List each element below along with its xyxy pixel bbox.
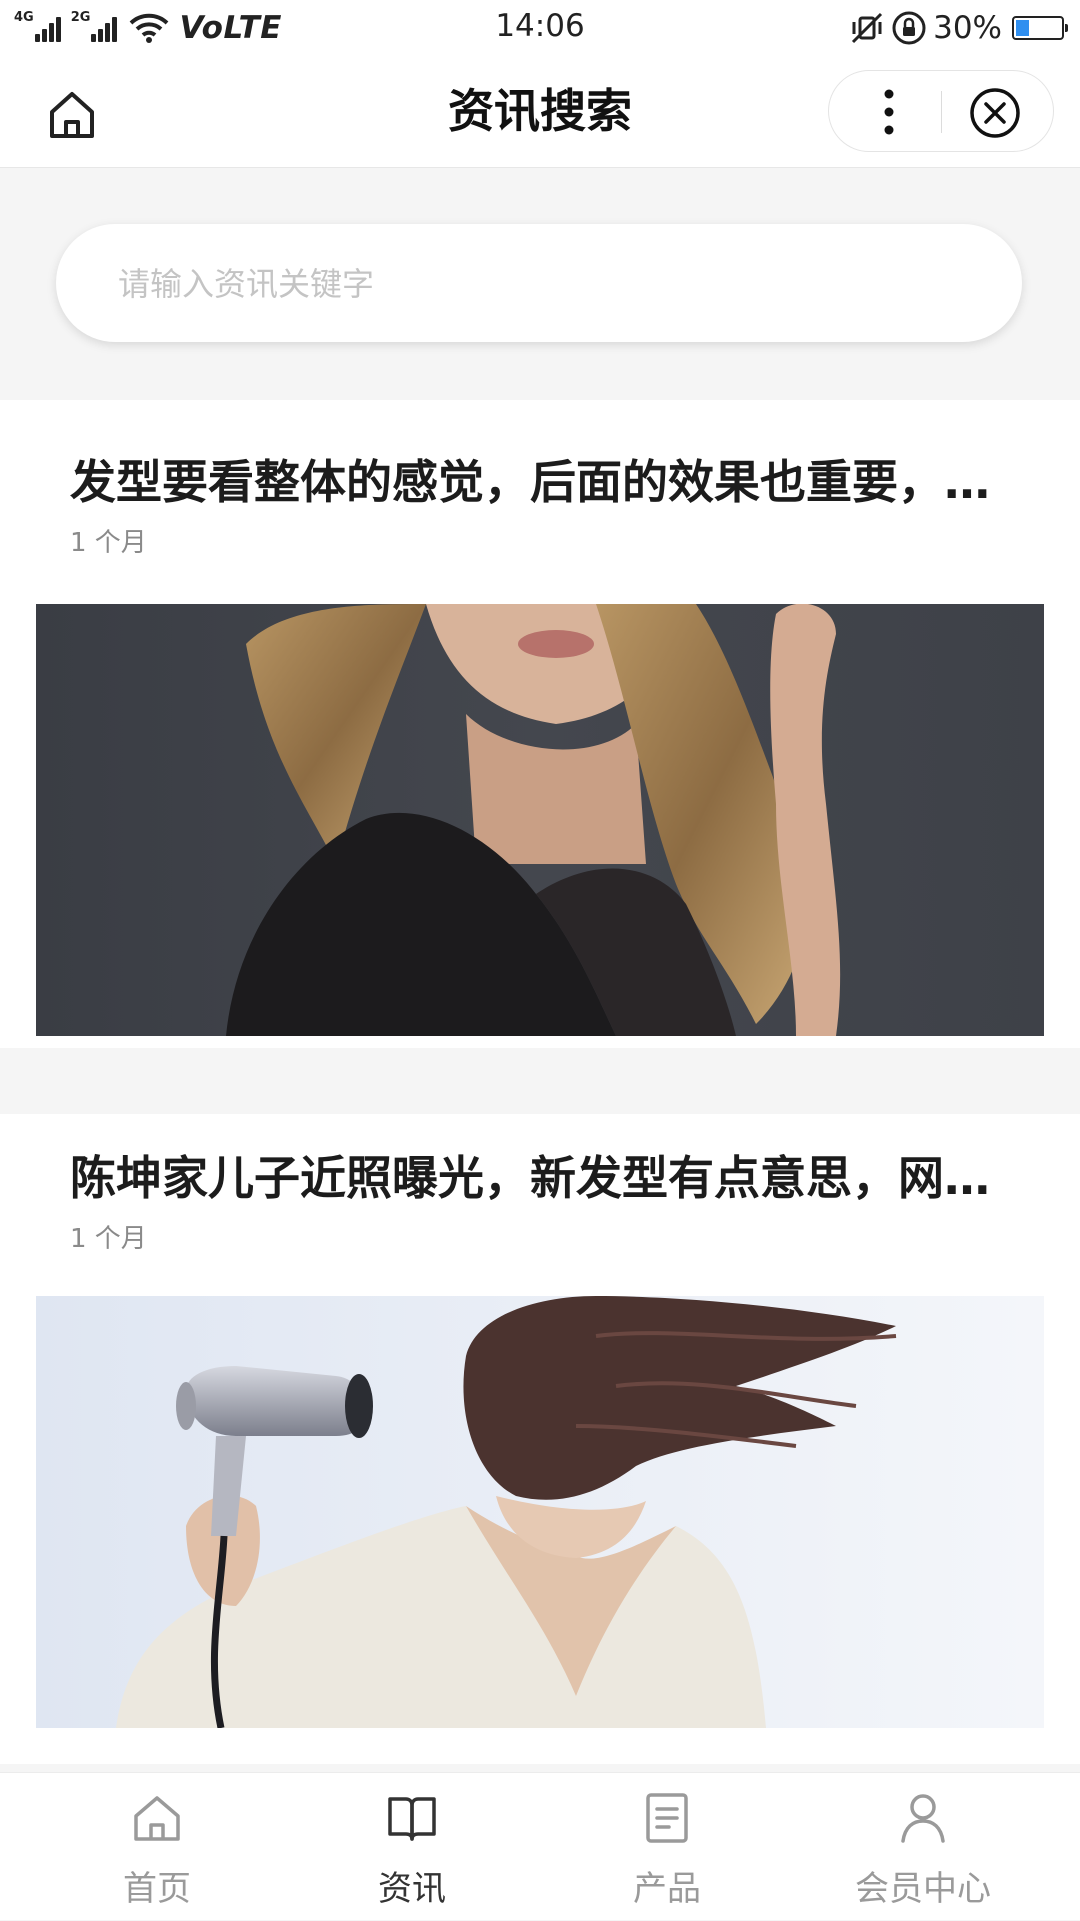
- rotation-lock-icon: [892, 11, 926, 45]
- article-title[interactable]: 发型要看整体的感觉，后面的效果也重要，...: [70, 450, 990, 514]
- hairdryer-photo-illustration: [36, 1296, 1044, 1728]
- search-input[interactable]: [116, 224, 980, 344]
- tab-member-center[interactable]: 会员中心: [788, 1773, 1058, 1921]
- home-icon: [134, 1796, 180, 1841]
- tab-label: 会员中心: [855, 1869, 991, 1909]
- nav-bar: 资讯搜索: [0, 58, 1080, 168]
- hair-photo-illustration: [36, 604, 1044, 1036]
- user-icon: [901, 1794, 945, 1843]
- tab-label: 首页: [123, 1869, 191, 1909]
- article-image[interactable]: [36, 1296, 1044, 1728]
- search-box[interactable]: [56, 224, 1022, 344]
- more-icon[interactable]: [859, 83, 919, 141]
- battery-icon: [1012, 16, 1068, 40]
- article-card[interactable]: 发型要看整体的感觉，后面的效果也重要，... 1 个月: [0, 400, 1080, 1048]
- article-time: 1 个月: [70, 1224, 147, 1254]
- document-icon: [646, 1793, 688, 1843]
- tab-news[interactable]: 资讯: [277, 1773, 547, 1921]
- article-title[interactable]: 陈坤家儿子近照曝光，新发型有点意思，网...: [70, 1146, 990, 1210]
- tab-bar: 首页 资讯 产品 会员中心: [0, 1772, 1080, 1920]
- tab-label: 资讯: [378, 1869, 446, 1909]
- article-time: 1 个月: [70, 528, 147, 558]
- status-bar: 4G 2G VoLTE 14:06 30%: [0, 0, 1080, 58]
- tab-home[interactable]: 首页: [22, 1773, 292, 1921]
- article-card[interactable]: 陈坤家儿子近照曝光，新发型有点意思，网... 1 个月: [0, 1114, 1080, 1764]
- vibrate-off-icon: [852, 12, 883, 44]
- tab-label: 产品: [633, 1869, 701, 1909]
- book-icon: [388, 1797, 436, 1841]
- capsule-divider: [941, 91, 942, 133]
- article-image[interactable]: [36, 604, 1044, 1036]
- tab-products[interactable]: 产品: [532, 1773, 802, 1921]
- status-bar-right: 30%: [849, 8, 1068, 48]
- search-section: [0, 168, 1080, 400]
- close-icon[interactable]: [967, 85, 1023, 141]
- mini-program-capsule: [828, 70, 1054, 152]
- battery-percent: 30%: [933, 10, 1002, 46]
